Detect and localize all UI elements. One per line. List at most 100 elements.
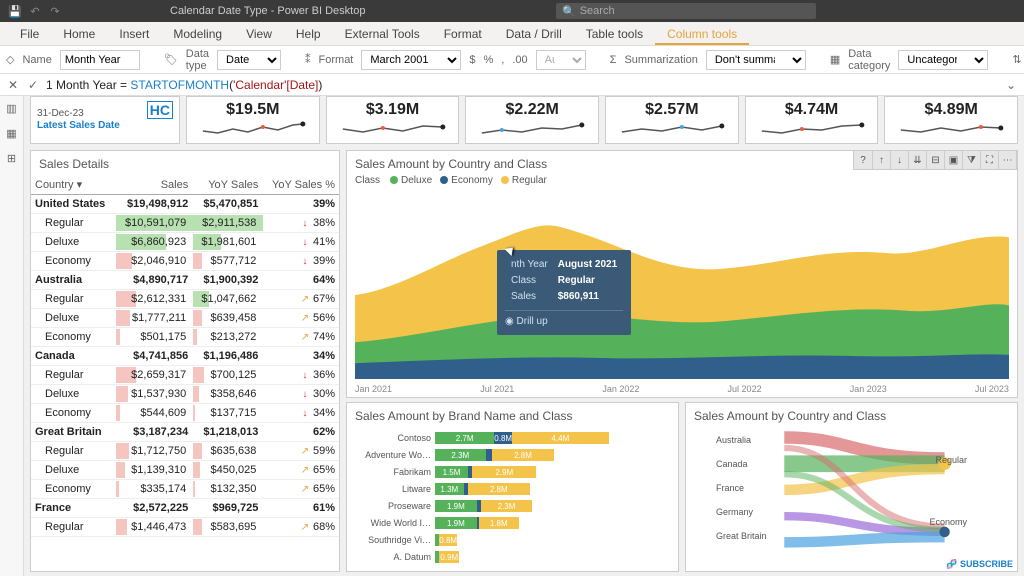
ribbon-tab-modeling[interactable]: Modeling — [161, 22, 234, 45]
hbar-row[interactable]: Litware1.3M2.8M — [355, 481, 670, 497]
currency-button[interactable]: $ — [469, 51, 475, 69]
arrow-up-icon: ↗ — [300, 313, 310, 324]
table-row[interactable]: Regular$2,659,317$700,125↓ 36% — [31, 366, 339, 385]
kpi-card: $3.19M — [326, 96, 460, 144]
sort-icon[interactable]: ▾ — [74, 179, 83, 191]
table-row[interactable]: Regular$2,612,331$1,047,662↗ 67% — [31, 290, 339, 309]
sankey-node[interactable]: Economy — [929, 517, 967, 527]
hbar-row[interactable]: Southridge Vi…0.8M — [355, 532, 670, 548]
table-row[interactable]: Great Britain$3,187,234$1,218,013 62% — [31, 423, 339, 442]
hbar-row[interactable]: A. Datum0.9M — [355, 549, 670, 565]
drilldown-icon[interactable]: ↓ — [890, 151, 908, 169]
filter-icon[interactable]: ⧩ — [962, 151, 980, 169]
table-row[interactable]: Economy$544,609$137,715↓ 34% — [31, 404, 339, 423]
save-icon[interactable]: 💾 — [8, 4, 22, 18]
table-row[interactable]: Economy$335,174$132,350↗ 65% — [31, 480, 339, 499]
table-row[interactable]: Canada$4,741,856$1,196,486 34% — [31, 347, 339, 366]
ribbon-tab-home[interactable]: Home — [51, 22, 107, 45]
ribbon-tab-table-tools[interactable]: Table tools — [574, 22, 655, 45]
table-row[interactable]: Deluxe$1,777,211$639,458↗ 56% — [31, 309, 339, 328]
sankey-visual[interactable]: Sales Amount by Country and Class Austra… — [685, 402, 1018, 572]
ribbon-tab-data-drill[interactable]: Data / Drill — [494, 22, 574, 45]
subscribe-watermark: 🧬 SUBSCRIBE — [946, 559, 1013, 570]
help-icon[interactable]: ? — [854, 151, 872, 169]
sort-icon[interactable]: ⇅ — [1012, 51, 1021, 69]
ribbon-tab-column-tools[interactable]: Column tools — [655, 22, 749, 45]
ribbon-tab-external-tools[interactable]: External Tools — [333, 22, 432, 45]
format-label: Format — [319, 54, 354, 66]
decimals-button[interactable]: .00 — [512, 51, 527, 69]
format-icon: ⁑ — [305, 51, 311, 69]
ribbon-tab-file[interactable]: File — [8, 22, 51, 45]
next-level-icon[interactable]: ⊟ — [926, 151, 944, 169]
sales-table[interactable]: Country ▾SalesYoY SalesYoY Sales %United… — [31, 175, 339, 537]
percent-button[interactable]: % — [484, 51, 494, 69]
legend-item[interactable]: Economy — [440, 175, 493, 186]
logo-icon: HC — [147, 101, 173, 119]
auto-select[interactable]: Auto — [536, 50, 586, 70]
formula-cancel-icon[interactable]: ✕ — [6, 78, 20, 92]
name-field[interactable] — [60, 50, 140, 70]
more-icon[interactable]: ⋯ — [998, 151, 1016, 169]
col-header[interactable]: Sales — [115, 175, 192, 195]
chevron-down-icon[interactable]: ⌄ — [1004, 78, 1018, 92]
window-title: Calendar Date Type - Power BI Desktop — [170, 5, 365, 17]
sankey-node[interactable]: Great Britain — [716, 531, 767, 541]
col-header[interactable]: YoY Sales % — [262, 175, 339, 195]
table-row[interactable]: Deluxe$6,860,923$1,981,601↓ 41% — [31, 233, 339, 252]
table-row[interactable]: Economy$501,175$213,272↗ 74% — [31, 328, 339, 347]
category-select[interactable]: Uncategorized — [898, 50, 988, 70]
sankey-node[interactable]: France — [716, 483, 744, 493]
table-row[interactable]: Regular$10,591,079$2,911,538↓ 38% — [31, 214, 339, 233]
area-chart-visual[interactable]: ? ↑ ↓ ⇊ ⊟ ▣ ⧩ ⛶ ⋯ Sales Amount by Countr… — [346, 150, 1018, 398]
sales-details-visual[interactable]: Sales Details Country ▾SalesYoY SalesYoY… — [30, 150, 340, 572]
hbar-row[interactable]: Wide World I…1.9M1.8M — [355, 515, 670, 531]
redo-icon[interactable]: ↷ — [48, 4, 62, 18]
ribbon-tab-view[interactable]: View — [234, 22, 284, 45]
ribbon-tab-help[interactable]: Help — [284, 22, 333, 45]
model-view-icon[interactable]: ⊞ — [7, 152, 16, 165]
table-row[interactable]: Deluxe$1,139,310$450,025↗ 65% — [31, 461, 339, 480]
legend-item[interactable]: Deluxe — [390, 175, 432, 186]
brand-bar-visual[interactable]: Sales Amount by Brand Name and Class Con… — [346, 402, 679, 572]
report-view-icon[interactable]: ▥ — [6, 102, 16, 115]
hbar-row[interactable]: Fabrikam1.5M2.9M — [355, 464, 670, 480]
hbar-row[interactable]: Adventure Wo…2.3M2.8M — [355, 447, 670, 463]
drillthrough-icon[interactable]: ▣ — [944, 151, 962, 169]
ribbon-tab-insert[interactable]: Insert — [107, 22, 161, 45]
formula-text[interactable]: 1 Month Year = STARTOFMONTH('Calendar'[D… — [46, 78, 998, 92]
search-input[interactable]: 🔍 Search — [556, 3, 816, 19]
table-row[interactable]: Economy$2,046,910$577,712↓ 39% — [31, 252, 339, 271]
formula-bar[interactable]: ✕ ✓ 1 Month Year = STARTOFMONTH('Calenda… — [0, 74, 1024, 96]
expand-icon[interactable]: ⇊ — [908, 151, 926, 169]
table-row[interactable]: Regular$1,446,473$583,695↗ 68% — [31, 518, 339, 537]
sankey-node[interactable]: Regular — [935, 455, 967, 465]
undo-icon[interactable]: ↶ — [28, 4, 42, 18]
summarization-select[interactable]: Don't summarize — [706, 50, 806, 70]
table-row[interactable]: Regular$1,712,750$635,638↗ 59% — [31, 442, 339, 461]
structure-icon: ◇ — [6, 51, 14, 69]
table-view-icon[interactable]: ▦ — [6, 127, 16, 140]
comma-button[interactable]: , — [501, 51, 504, 69]
table-row[interactable]: Australia$4,890,717$1,900,392 64% — [31, 271, 339, 290]
table-row[interactable]: Deluxe$1,537,930$358,646↓ 30% — [31, 385, 339, 404]
ribbon-tab-format[interactable]: Format — [432, 22, 494, 45]
legend-item[interactable]: Regular — [501, 175, 547, 186]
col-header[interactable]: Country ▾ — [31, 175, 115, 195]
col-header[interactable]: YoY Sales — [192, 175, 262, 195]
sankey-node[interactable]: Australia — [716, 435, 751, 445]
sankey-node[interactable]: Canada — [716, 459, 748, 469]
hbar-row[interactable]: Proseware1.9M2.3M — [355, 498, 670, 514]
table-row[interactable]: France$2,572,225$969,725 61% — [31, 499, 339, 518]
drillup-icon[interactable]: ↑ — [872, 151, 890, 169]
drillup-icon[interactable]: ◉ — [505, 316, 514, 327]
format-select[interactable]: March 2001 (m… — [361, 50, 461, 70]
focus-icon[interactable]: ⛶ — [980, 151, 998, 169]
sankey-node[interactable]: Germany — [716, 507, 753, 517]
formula-commit-icon[interactable]: ✓ — [26, 78, 40, 92]
table-row[interactable]: United States$19,498,912$5,470,851 39% — [31, 195, 339, 214]
kpi-row: 31-Dec-23 Latest Sales Date HC $19.5M $3… — [30, 96, 1018, 144]
hbar-row[interactable]: Contoso2.7M0.8M4.4M — [355, 430, 670, 446]
kpi-card: $4.74M — [745, 96, 879, 144]
datatype-select[interactable]: Date — [217, 50, 281, 70]
